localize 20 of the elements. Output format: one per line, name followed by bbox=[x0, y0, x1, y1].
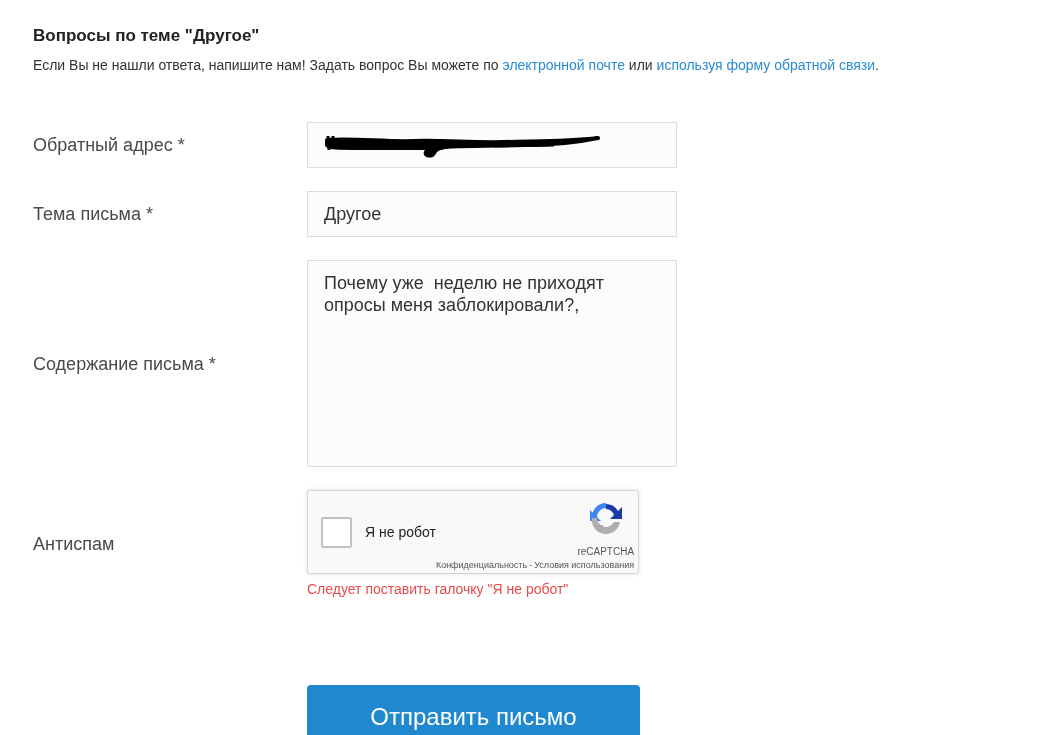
checkbox-label: Я не робот bbox=[365, 524, 436, 540]
email-field[interactable] bbox=[307, 122, 677, 168]
separator-text: - bbox=[529, 560, 533, 570]
inline-link[interactable]: используя форму обратной связи bbox=[656, 57, 876, 73]
field-label: Тема письма * bbox=[33, 203, 154, 225]
circular-arrows-icon bbox=[588, 501, 623, 535]
field-label: Содержание письма * bbox=[33, 352, 217, 375]
subject-field[interactable]: Другое bbox=[307, 191, 677, 237]
section-heading: Вопросы по теме "Другое" bbox=[33, 25, 261, 47]
footer-link[interactable]: Конфиденциальность bbox=[435, 560, 528, 570]
field-label: Антиспам bbox=[33, 532, 116, 555]
intro-text: Если Вы не нашли ответа, напишите нам! Задать вопрос Вы можете по электронной почте или используя форму обратной связи. bbox=[33, 56, 880, 75]
footer-link[interactable]: Условия использования bbox=[534, 560, 635, 570]
brand-text: reCAPTCHA bbox=[577, 546, 635, 558]
submit-button[interactable]: Отправить письмо bbox=[307, 685, 640, 735]
field-label: Обратный адрес * bbox=[33, 134, 186, 156]
error-text: Следует поставить галочку "Я не робот" bbox=[307, 581, 569, 597]
inline-link[interactable]: электронной почте bbox=[502, 57, 625, 73]
checkbox[interactable] bbox=[321, 516, 352, 548]
message-field[interactable]: Почему уже неделю не приходят опросы меня заблокировали?, bbox=[307, 260, 677, 467]
